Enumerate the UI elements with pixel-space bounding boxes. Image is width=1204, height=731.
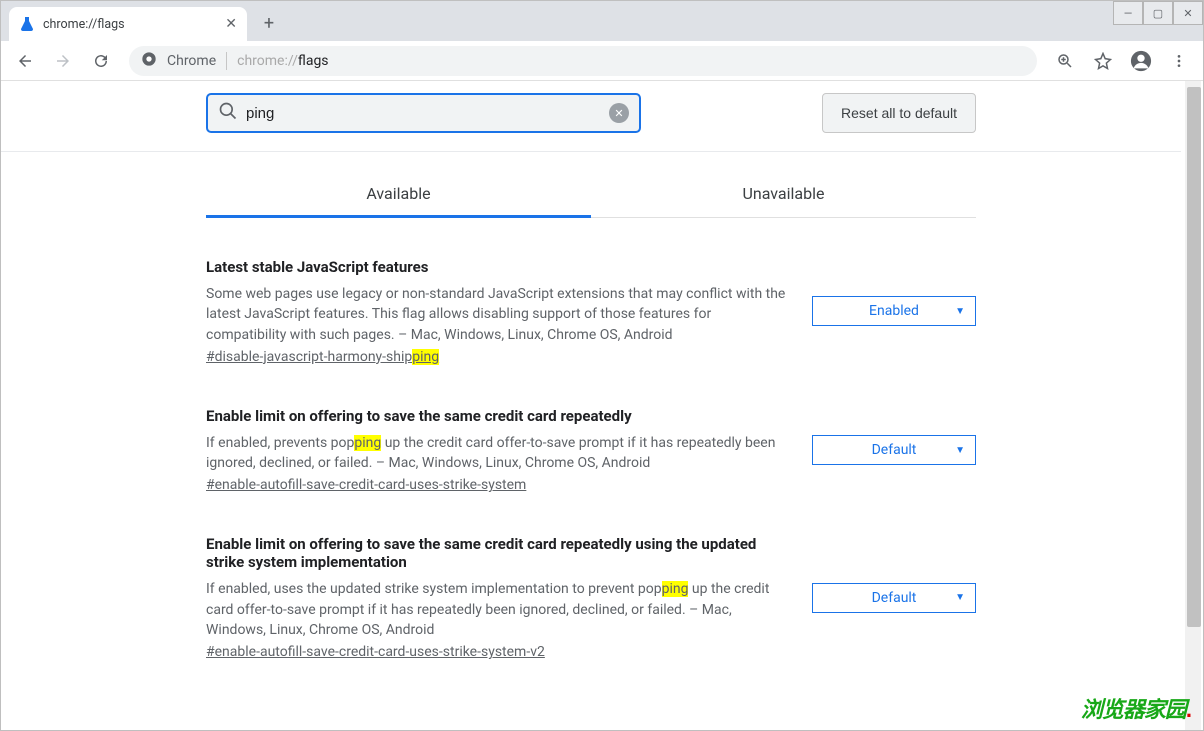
- flag-title: Enable limit on offering to save the sam…: [206, 535, 788, 571]
- omnibox-divider: [226, 52, 227, 70]
- url-path: flags: [298, 53, 329, 69]
- menu-icon[interactable]: [1163, 45, 1195, 77]
- flag-value: Default: [872, 590, 917, 606]
- flags-search-box: ✕: [206, 93, 641, 133]
- browser-tab[interactable]: chrome://flags ✕: [9, 7, 247, 41]
- flag-value: Enabled: [869, 303, 919, 319]
- maximize-button[interactable]: ▢: [1143, 1, 1173, 25]
- reset-all-button[interactable]: Reset all to default: [822, 93, 976, 133]
- window-controls: — ▢ ✕: [1113, 1, 1203, 25]
- forward-button[interactable]: [47, 45, 79, 77]
- flag-hash-link[interactable]: #enable-autofill-save-credit-card-uses-s…: [206, 644, 545, 660]
- close-window-button[interactable]: ✕: [1173, 1, 1203, 25]
- flags-header: ✕ Reset all to default: [1, 81, 1181, 152]
- flags-tabs: Available Unavailable: [206, 174, 976, 218]
- flags-list: Latest stable JavaScript features Some we…: [206, 218, 976, 660]
- flag-description: If enabled, uses the updated strike syst…: [206, 579, 788, 640]
- flag-dropdown[interactable]: Default ▼: [812, 435, 976, 465]
- chevron-down-icon: ▼: [955, 445, 965, 456]
- watermark: 浏览器家园.: [1081, 692, 1191, 724]
- flag-title: Latest stable JavaScript features: [206, 258, 788, 276]
- reload-button[interactable]: [85, 45, 117, 77]
- search-icon: [218, 101, 238, 125]
- flag-dropdown[interactable]: Enabled ▼: [812, 296, 976, 326]
- browser-toolbar: Chrome chrome://flags: [1, 41, 1203, 81]
- chrome-icon: [141, 51, 157, 71]
- address-bar[interactable]: Chrome chrome://flags: [129, 46, 1037, 76]
- flag-text: Latest stable JavaScript features Some we…: [206, 258, 812, 365]
- site-label: Chrome: [167, 53, 216, 69]
- flag-description: If enabled, prevents popping up the cred…: [206, 433, 788, 474]
- flags-search-input[interactable]: [238, 105, 609, 122]
- flag-text: Enable limit on offering to save the sam…: [206, 407, 812, 494]
- chevron-down-icon: ▼: [955, 592, 965, 603]
- close-icon[interactable]: ✕: [225, 16, 237, 32]
- flag-select: Enabled ▼: [812, 296, 976, 326]
- flask-icon: [19, 16, 35, 32]
- flag-value: Default: [872, 442, 917, 458]
- page-content: ✕ Reset all to default Available Unavail…: [1, 81, 1203, 730]
- flag-hash-link[interactable]: #disable-javascript-harmony-shipping: [206, 349, 439, 365]
- bookmark-icon[interactable]: [1087, 45, 1119, 77]
- back-button[interactable]: [9, 45, 41, 77]
- flag-select: Default ▼: [812, 435, 976, 465]
- flag-item: Enable limit on offering to save the sam…: [206, 407, 976, 494]
- tab-available[interactable]: Available: [206, 174, 591, 218]
- flag-select: Default ▼: [812, 583, 976, 613]
- zoom-icon[interactable]: [1049, 45, 1081, 77]
- flag-item: Latest stable JavaScript features Some we…: [206, 258, 976, 365]
- scrollbar-thumb[interactable]: [1187, 87, 1201, 627]
- flag-hash-link[interactable]: #enable-autofill-save-credit-card-uses-s…: [206, 477, 526, 493]
- flag-text: Enable limit on offering to save the sam…: [206, 535, 812, 660]
- tab-unavailable[interactable]: Unavailable: [591, 174, 976, 217]
- new-tab-button[interactable]: +: [255, 9, 283, 37]
- flag-item: Enable limit on offering to save the sam…: [206, 535, 976, 660]
- chevron-down-icon: ▼: [955, 306, 965, 317]
- minimize-button[interactable]: —: [1113, 1, 1143, 25]
- url-prefix: chrome://: [237, 53, 298, 69]
- flag-title: Enable limit on offering to save the sam…: [206, 407, 788, 425]
- flag-dropdown[interactable]: Default ▼: [812, 583, 976, 613]
- tab-strip: chrome://flags ✕ + — ▢ ✕: [1, 1, 1203, 41]
- flag-description: Some web pages use legacy or non-standar…: [206, 284, 788, 345]
- tab-title: chrome://flags: [43, 17, 125, 32]
- clear-search-icon[interactable]: ✕: [609, 103, 629, 123]
- profile-icon[interactable]: [1125, 45, 1157, 77]
